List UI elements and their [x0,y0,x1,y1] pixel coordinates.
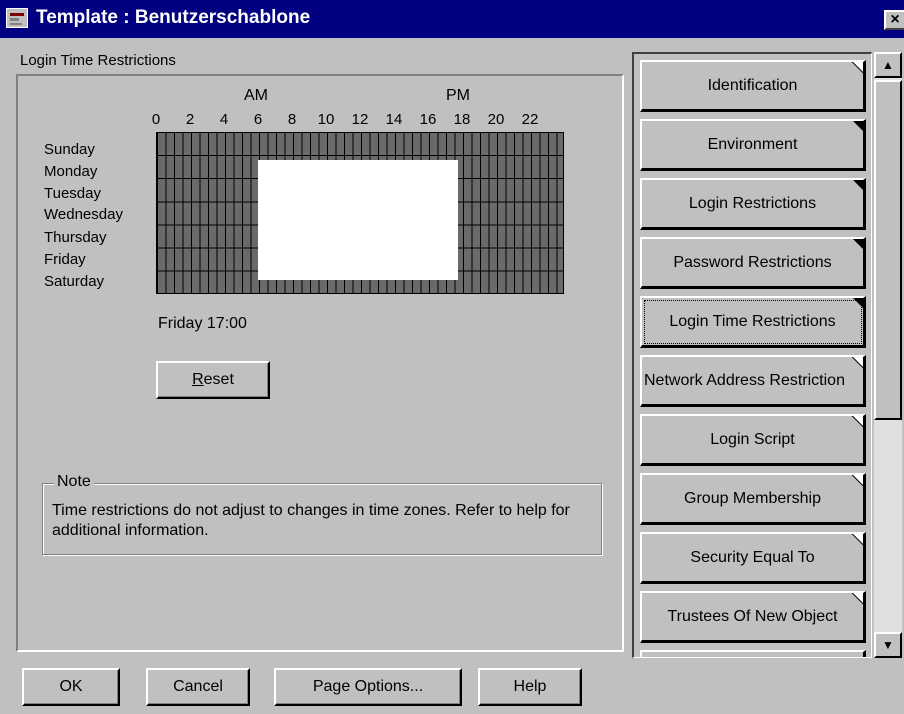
reset-accelerator: R [192,371,204,388]
tab-login-restrictions[interactable]: Login Restrictions [640,178,866,230]
page-corner-icon [852,416,863,427]
tab-login-time-restrictions[interactable]: Login Time Restrictions [640,296,866,348]
time-restriction-grid[interactable] [156,132,564,294]
page-corner-icon [852,534,863,545]
hour-label: 12 [351,111,369,128]
page-corner-icon [852,357,863,368]
tab-network-address-restriction[interactable]: Network Address Restriction [640,355,866,407]
hour-label: 0 [151,111,161,128]
tab-list-scrollbar[interactable]: ▲ ▼ [874,52,902,658]
note-text: Time restrictions do not adjust to chang… [52,502,570,539]
note-title: Note [54,473,94,491]
hour-label: 16 [419,111,437,128]
tab-login-script[interactable]: Login Script [640,414,866,466]
hour-label: 20 [487,111,505,128]
page-corner-icon [852,475,863,486]
hour-label: 10 [317,111,335,128]
selected-time-readout: Friday 17:00 [158,315,247,332]
hour-label: 22 [521,111,539,128]
page-corner-icon [852,62,863,73]
reset-label: eset [203,371,234,388]
ok-button[interactable]: OK [22,668,120,706]
day-label: Wednesday [44,206,123,223]
pm-label: PM [446,87,470,104]
page-corner-icon [852,239,863,250]
tab-label: Environment [707,135,798,153]
tab-security-equal-to[interactable]: Security Equal To [640,532,866,584]
day-label: Tuesday [44,185,101,202]
tab-label: Identification [707,76,798,94]
close-icon[interactable]: × [884,10,904,30]
scroll-thumb[interactable] [874,80,902,420]
day-label: Sunday [44,141,95,158]
page-options-button[interactable]: Page Options... [274,668,462,706]
day-label: Thursday [44,229,107,246]
hour-label: 4 [219,111,229,128]
page-corner-icon [852,180,863,191]
tab-label: Password Restrictions [673,253,832,271]
tab-trustees-of-new-object[interactable]: Trustees Of New Object [640,591,866,643]
app-icon[interactable] [6,8,28,28]
page-corner-icon [852,593,863,604]
tab-label: Security Equal To [690,548,815,566]
day-label: Monday [44,163,98,180]
window-title: Template : Benutzerschablone [36,7,311,28]
page-title: Login Time Restrictions [20,52,176,69]
reset-button[interactable]: Reset [156,361,270,399]
hour-label: 8 [287,111,297,128]
hour-label: 2 [185,111,195,128]
hour-label: 6 [253,111,263,128]
tab-label: Group Membership [684,489,821,507]
tab-environment[interactable]: Environment [640,119,866,171]
page-corner-icon [852,298,863,309]
day-label: Saturday [44,273,105,290]
hour-label: 14 [385,111,403,128]
tab-label: Login Time Restrictions [669,312,836,330]
tab-partial[interactable] [640,650,866,657]
tab-identification[interactable]: Identification [640,60,866,112]
tab-label: Login Script [710,430,795,448]
cancel-button[interactable]: Cancel [146,668,250,706]
page-tab-list: Identification Environment Login Restric… [632,52,872,658]
day-label: Friday [44,251,86,268]
title-bar[interactable]: Template : Benutzerschablone × [0,0,904,38]
tab-password-restrictions[interactable]: Password Restrictions [640,237,866,289]
tab-label: Trustees Of New Object [667,607,838,625]
am-label: AM [244,87,268,104]
scroll-down-icon[interactable]: ▼ [874,632,902,658]
help-button[interactable]: Help [478,668,582,706]
page-corner-icon [852,121,863,132]
tab-label: Login Restrictions [688,194,817,212]
scroll-up-icon[interactable]: ▲ [874,52,902,78]
hour-label: 18 [453,111,471,128]
tab-group-membership[interactable]: Group Membership [640,473,866,525]
tab-label: Network Address Restriction [644,371,845,389]
